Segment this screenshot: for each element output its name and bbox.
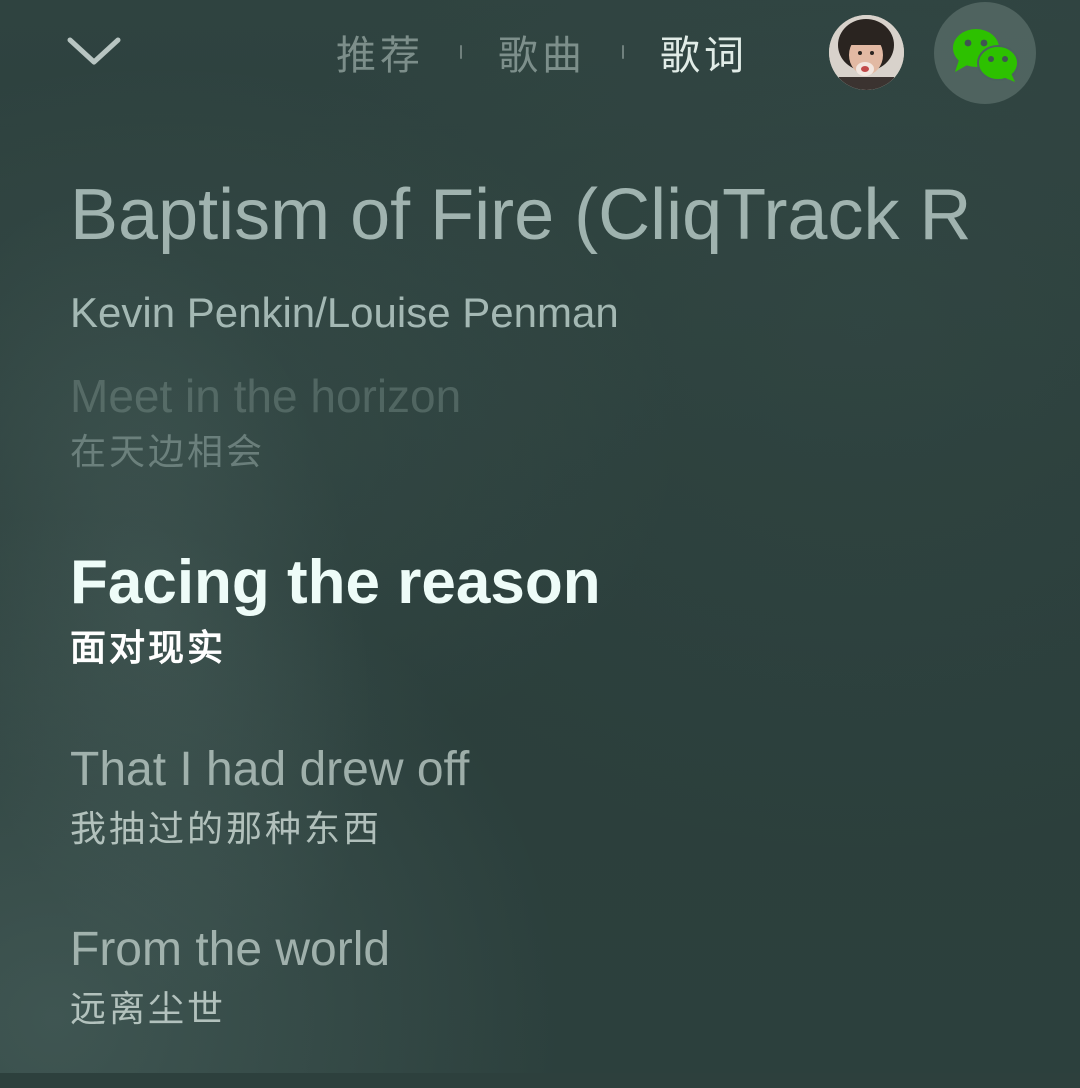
tab-divider (460, 45, 462, 59)
lyric-text-en: Facing the reason (70, 548, 601, 617)
lyric-text-zh: 在天边相会 (70, 432, 266, 473)
avatar-image (829, 15, 904, 90)
collapse-button[interactable] (62, 26, 126, 76)
tab-lyrics[interactable]: 歌词 (660, 23, 748, 81)
song-artist[interactable]: Kevin Penkin/Louise Penman (70, 288, 619, 338)
lyric-text-en: From the world (70, 923, 391, 976)
lyric-text-zh: 面对现实 (70, 627, 227, 669)
wechat-icon (953, 29, 1019, 82)
tab-bar: 推荐 歌曲 歌词 (336, 22, 748, 82)
tab-divider (622, 45, 624, 59)
lyric-line-past[interactable]: Meet in the horizon 在天边相会 (70, 366, 461, 478)
lyric-text-zh: 我抽过的那种东西 (70, 809, 383, 850)
user-avatar[interactable] (829, 15, 904, 90)
lyric-line-next[interactable]: That I had drew off 我抽过的那种东西 (70, 740, 469, 856)
lyric-text-zh: 远离尘世 (70, 989, 227, 1030)
top-bar: 推荐 歌曲 歌词 (0, 0, 1080, 110)
lyric-text-en: That I had drew off (70, 743, 470, 796)
lyric-line-current[interactable]: Facing the reason 面对现实 (70, 546, 601, 674)
song-title: Baptism of Fire (CliqTrack R (70, 175, 972, 255)
chevron-down-icon (67, 37, 121, 65)
lyric-line-next[interactable]: From the world 远离尘世 (70, 920, 390, 1036)
lyric-text-en: Meet in the horizon (70, 370, 462, 422)
tab-recommend[interactable]: 推荐 (336, 23, 424, 81)
share-wechat-button[interactable] (934, 2, 1036, 104)
tab-songs[interactable]: 歌曲 (498, 23, 586, 81)
